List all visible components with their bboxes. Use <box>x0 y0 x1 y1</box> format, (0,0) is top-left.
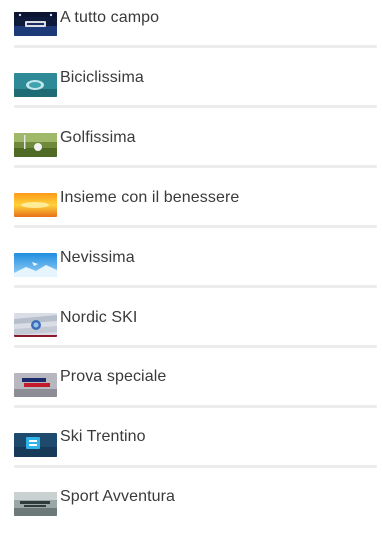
divider <box>14 345 377 348</box>
program-label: Insieme con il benessere <box>60 189 240 206</box>
a-tutto-campo-thumbnail[interactable] <box>14 12 57 36</box>
program-item-golfissima[interactable]: Golfissima <box>0 120 382 180</box>
biciclissima-thumbnail[interactable] <box>14 73 57 97</box>
program-item-prova-speciale[interactable]: Prova speciale <box>0 360 382 420</box>
golfissima-thumbnail[interactable] <box>14 133 57 157</box>
nordic-ski-thumbnail[interactable] <box>14 313 57 337</box>
divider <box>14 105 377 108</box>
divider <box>14 45 377 48</box>
insieme-con-il-benessere-thumbnail[interactable] <box>14 193 57 217</box>
program-label: Nevissima <box>60 249 135 266</box>
program-item-biciclissima[interactable]: Biciclissima <box>0 60 382 120</box>
prova-speciale-thumbnail[interactable] <box>14 373 57 397</box>
divider <box>14 465 377 468</box>
ski-trentino-thumbnail[interactable] <box>14 433 57 457</box>
program-item-nordic-ski[interactable]: Nordic SKI <box>0 300 382 360</box>
program-item-sport-avventura[interactable]: Sport Avventura <box>0 480 382 540</box>
program-item-a-tutto-campo[interactable]: A tutto campo <box>0 0 382 60</box>
program-item-nevissima[interactable]: Nevissima <box>0 240 382 300</box>
program-item-ski-trentino[interactable]: Ski Trentino <box>0 420 382 480</box>
program-label: Golfissima <box>60 129 136 146</box>
program-label: Prova speciale <box>60 368 167 385</box>
program-label: Biciclissima <box>60 69 144 86</box>
program-label: Sport Avventura <box>60 488 176 505</box>
divider <box>14 225 377 228</box>
nevissima-thumbnail[interactable] <box>14 253 57 277</box>
divider <box>14 285 377 288</box>
divider <box>14 405 377 408</box>
program-label: A tutto campo <box>60 9 160 26</box>
program-item-insieme-con-il-benessere[interactable]: Insieme con il benessere <box>0 180 382 240</box>
sport-avventura-thumbnail[interactable] <box>14 492 57 516</box>
program-label: Nordic SKI <box>60 309 138 326</box>
program-label: Ski Trentino <box>60 428 146 445</box>
program-list: A tutto campo Biciclissima Golfissima In… <box>0 0 382 516</box>
divider <box>14 165 377 168</box>
